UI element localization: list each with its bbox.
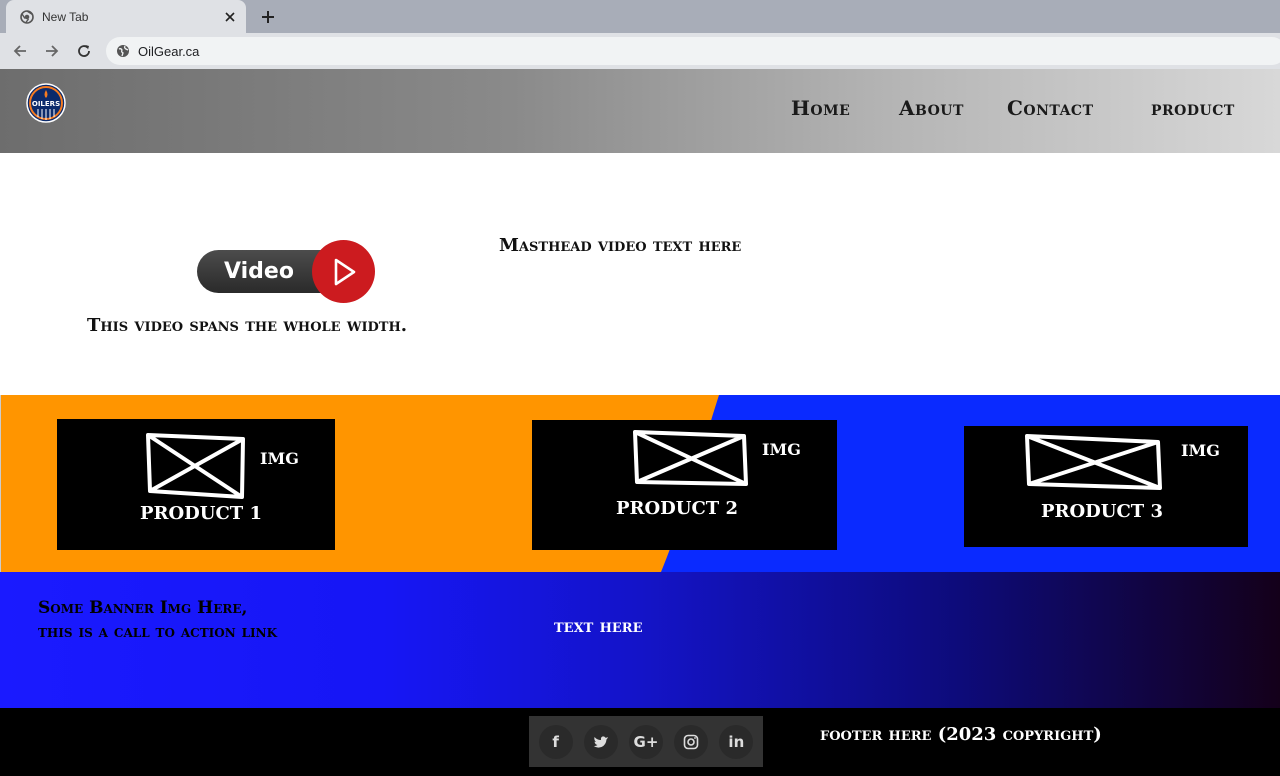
- forward-icon[interactable]: [42, 41, 62, 61]
- product-card-2[interactable]: IMG PRODUCT 2: [532, 420, 837, 550]
- url-text: OilGear.ca: [138, 43, 200, 59]
- image-placeholder-icon: [633, 430, 748, 486]
- facebook-icon[interactable]: f: [538, 724, 573, 759]
- browser-toolbar: OilGear.ca: [0, 33, 1280, 69]
- nav-home[interactable]: Home: [791, 96, 850, 120]
- img-label: IMG: [762, 440, 801, 459]
- play-icon: [312, 240, 375, 303]
- plus-icon[interactable]: [258, 7, 278, 27]
- svg-text:OILERS: OILERS: [32, 100, 60, 108]
- banner: Some Banner Img Here, this is a call to …: [0, 572, 1280, 708]
- linkedin-icon[interactable]: in: [719, 724, 754, 759]
- image-placeholder-icon: [1025, 434, 1162, 490]
- img-label: IMG: [1181, 441, 1220, 460]
- nav-contact[interactable]: Contact: [1007, 96, 1094, 120]
- products-section: IMG PRODUCT 1 IMG PRODUCT 2 IMG PRODUCT …: [0, 395, 1280, 572]
- masthead-text: Masthead video text here: [499, 235, 742, 256]
- instagram-icon[interactable]: [674, 724, 709, 759]
- globe-icon: [116, 44, 130, 58]
- product-name: PRODUCT 1: [140, 503, 262, 524]
- chrome-icon: [20, 9, 34, 24]
- banner-text: text here: [554, 616, 643, 637]
- masthead-caption: This video spans the whole width.: [87, 315, 408, 336]
- footer: f G+ in footer here (2023 copyright): [0, 708, 1280, 776]
- google-plus-icon[interactable]: G+: [628, 724, 663, 759]
- product-name: PRODUCT 3: [1041, 501, 1163, 522]
- banner-cta-link-line-1[interactable]: Some Banner Img Here,: [38, 598, 247, 618]
- browser-tabstrip: New Tab: [0, 0, 1280, 33]
- reload-icon[interactable]: [74, 41, 94, 61]
- nav-about[interactable]: About: [899, 96, 964, 120]
- video-play-button[interactable]: Video: [197, 240, 377, 304]
- footer-text: footer here (2023 copyright): [820, 724, 1102, 745]
- nav-product[interactable]: product: [1151, 96, 1235, 120]
- img-label: IMG: [260, 449, 299, 468]
- back-icon[interactable]: [10, 41, 30, 61]
- twitter-icon[interactable]: [583, 724, 618, 759]
- product-card-3[interactable]: IMG PRODUCT 3: [964, 426, 1248, 547]
- image-placeholder-icon: [146, 433, 245, 499]
- site-header: OILERS Home About Contact product: [0, 69, 1280, 153]
- product-name: PRODUCT 2: [616, 498, 738, 519]
- banner-cta-link-line-2[interactable]: this is a call to action link: [38, 622, 277, 642]
- tab-title: New Tab: [42, 9, 89, 24]
- product-card-1[interactable]: IMG PRODUCT 1: [57, 419, 335, 550]
- masthead: Video This video spans the whole width. …: [0, 153, 1280, 395]
- close-icon[interactable]: [222, 9, 238, 25]
- social-links: f G+ in: [529, 716, 763, 767]
- oilers-logo[interactable]: OILERS: [26, 83, 66, 123]
- address-bar[interactable]: OilGear.ca: [106, 37, 1280, 65]
- browser-tab[interactable]: New Tab: [6, 0, 246, 33]
